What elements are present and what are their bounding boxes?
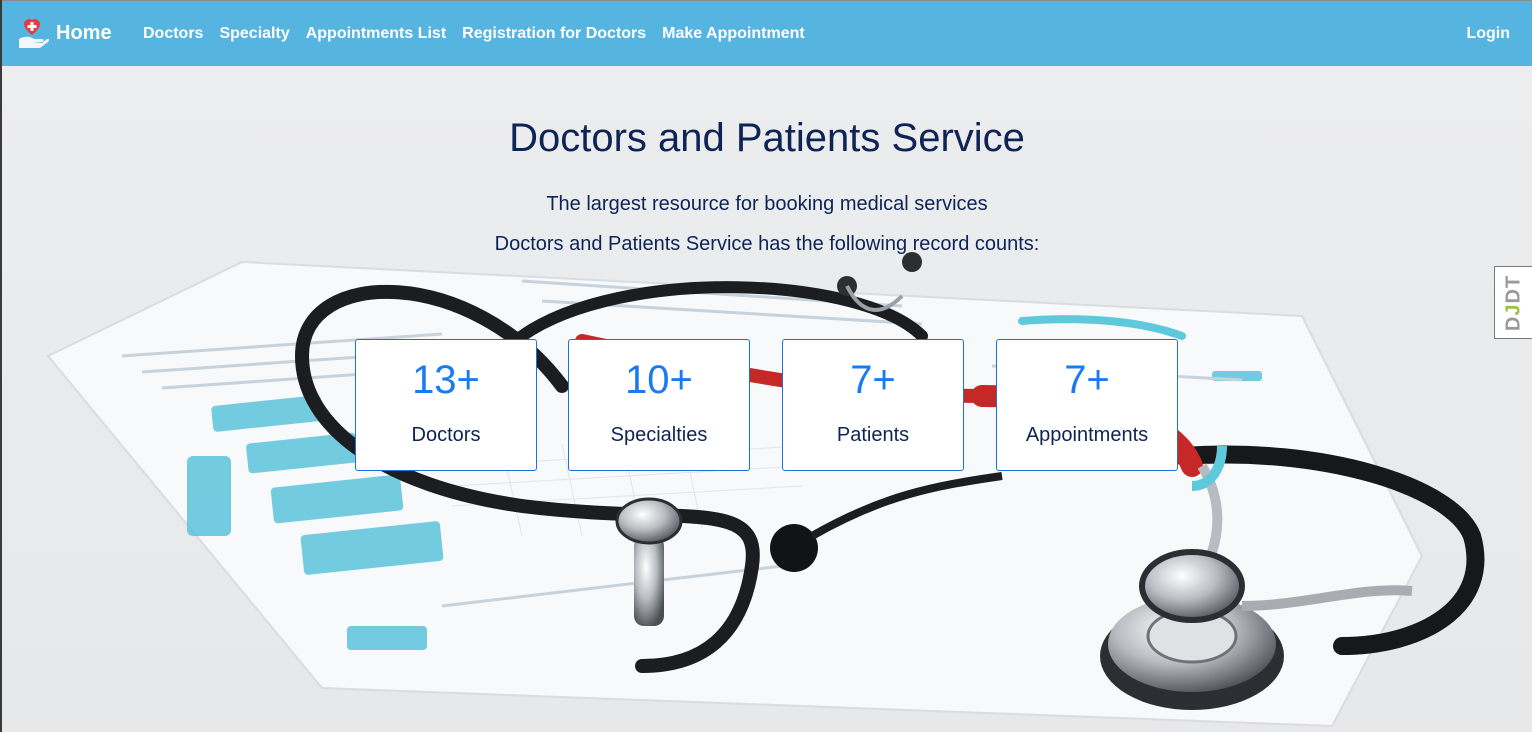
- top-navbar: Home Doctors Specialty Appointments List…: [2, 0, 1532, 66]
- nav-link-registration-for-doctors[interactable]: Registration for Doctors: [462, 25, 646, 43]
- stat-card-doctors: 13+ Doctors: [355, 339, 537, 471]
- hero-background-image: [2, 66, 1532, 732]
- stat-card-specialties: 10+ Specialties: [568, 339, 750, 471]
- stat-label: Doctors: [411, 424, 481, 446]
- nav-link-make-appointment[interactable]: Make Appointment: [662, 25, 805, 43]
- stat-value: 7+: [1064, 358, 1110, 402]
- stat-card-appointments: 7+ Appointments: [996, 339, 1178, 471]
- page-title: Doctors and Patients Service: [509, 116, 1025, 160]
- nav-links: Doctors Specialty Appointments List Regi…: [143, 1, 821, 67]
- nav-link-specialty[interactable]: Specialty: [219, 25, 289, 43]
- stat-label: Patients: [836, 424, 910, 446]
- record-counts-intro: Doctors and Patients Service has the fol…: [494, 233, 1040, 255]
- stat-value: 7+: [850, 358, 896, 402]
- page: Home Doctors Specialty Appointments List…: [2, 0, 1532, 732]
- stat-label: Appointments: [1025, 424, 1149, 446]
- nav-link-doctors[interactable]: Doctors: [143, 25, 203, 43]
- stat-label: Specialties: [610, 424, 708, 446]
- home-brand-link[interactable]: Home: [16, 13, 112, 53]
- nav-link-appointments-list[interactable]: Appointments List: [306, 25, 446, 43]
- stat-value: 10+: [625, 358, 693, 402]
- login-link[interactable]: Login: [1466, 1, 1510, 67]
- debug-toolbar-handle[interactable]: DJDT: [1494, 266, 1532, 339]
- hero-subtitle: The largest resource for booking medical…: [546, 193, 988, 215]
- debug-toolbar-label: DJDT: [1502, 274, 1524, 331]
- hand-holding-heart-icon: [19, 19, 50, 48]
- brand-label: Home: [56, 21, 112, 44]
- stat-card-patients: 7+ Patients: [782, 339, 964, 471]
- stat-value: 13+: [412, 358, 480, 402]
